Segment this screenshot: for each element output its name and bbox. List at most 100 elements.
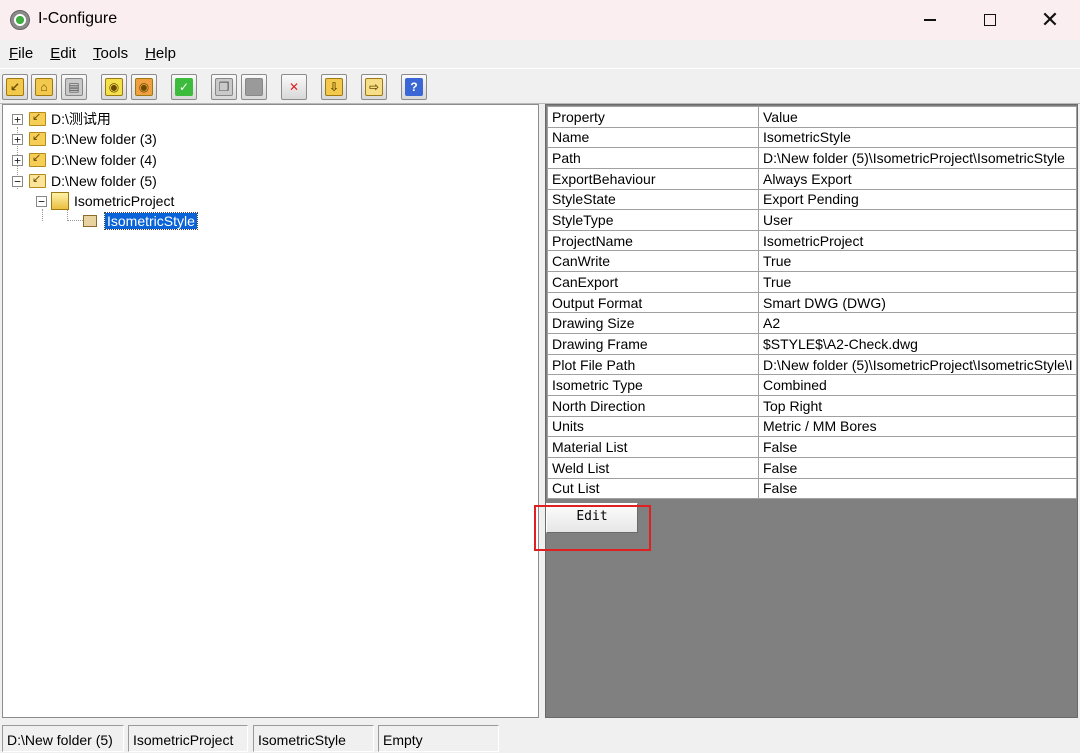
check-icon: ✓ [175,78,193,96]
property-value[interactable]: $STYLE$\A2-Check.dwg [758,333,1077,355]
table-row[interactable]: Output Format Smart DWG (DWG) [547,291,1077,314]
property-value[interactable]: Combined [758,374,1077,396]
folder-icon [29,110,46,126]
property-name: StyleState [547,188,759,211]
table-row[interactable]: Drawing Frame $STYLE$\A2-Check.dwg [547,333,1077,355]
title-bar: I-Configure ✕ [0,0,1080,40]
add-project-button[interactable]: ◉ [101,74,127,100]
table-row[interactable]: North Direction Top Right [547,394,1077,417]
collapse-icon[interactable]: − [36,195,47,207]
table-row[interactable]: Weld List False [547,456,1077,479]
collapse-icon[interactable]: − [12,175,23,187]
close-icon: ✕ [1040,7,1060,32]
copy-button[interactable]: ❐ [211,74,237,100]
delete-button[interactable]: ✕ [281,74,307,100]
table-row[interactable]: Plot File Path D:\New folder (5)\Isometri… [547,353,1077,376]
new-folder-button[interactable]: ↙ [2,74,28,100]
menu-edit[interactable]: Edit [50,45,76,62]
window-title: I-Configure [38,10,118,27]
tree-item-label: D:\New folder (3) [51,131,157,147]
table-row[interactable]: Units Metric / MM Bores [547,415,1077,438]
menu-file[interactable]: File [9,45,33,62]
menu-help[interactable]: Help [145,45,176,62]
open-folder-icon: ⌂ [35,78,53,96]
property-value[interactable]: Top Right [758,394,1077,417]
table-row[interactable]: Material List False [547,436,1077,458]
property-name: StyleType [547,209,759,231]
add-style-button[interactable]: ◉ [131,74,157,100]
maximize-icon [984,14,996,26]
help-button[interactable]: ? [401,74,427,100]
property-value[interactable]: Always Export [758,167,1077,190]
property-table: Property Value Name IsometricStyle Path D:\… [547,106,1077,500]
open-folder-icon [29,172,46,188]
table-row[interactable]: StyleType User [547,209,1077,231]
table-row[interactable]: Cut List False [547,477,1077,500]
property-value[interactable]: User [758,209,1077,231]
tree-item[interactable]: + D:\测试用 [12,109,111,129]
check-button[interactable]: ✓ [171,74,197,100]
property-value[interactable]: Smart DWG (DWG) [758,291,1077,314]
property-value[interactable]: True [758,250,1077,273]
column-header-value: Value [758,106,1077,128]
new-folder-icon: ↙ [6,78,24,96]
minimize-button[interactable] [900,0,960,40]
property-name: ProjectName [547,229,759,252]
table-row[interactable]: ProjectName IsometricProject [547,229,1077,252]
property-name: Plot File Path [547,353,759,376]
table-row[interactable]: CanExport True [547,271,1077,293]
property-name: Isometric Type [547,374,759,396]
tree-item[interactable]: + D:\New folder (4) [12,150,157,170]
close-button[interactable]: ✕ [1020,0,1080,40]
tree-item[interactable]: − IsometricProject [36,191,174,211]
property-name: ExportBehaviour [547,167,759,190]
toolbar: ↙ ⌂ ▤ ◉ ◉ ✓ ❐ ✕ ⇩ ⇨ ? [0,68,1080,104]
property-value[interactable]: Export Pending [758,188,1077,211]
highlight-box [534,505,651,551]
table-row[interactable]: StyleState Export Pending [547,188,1077,211]
property-name: CanExport [547,271,759,293]
property-value[interactable]: IsometricProject [758,229,1077,252]
open-folder-button[interactable]: ⌂ [31,74,57,100]
properties-button[interactable]: ▤ [61,74,87,100]
property-value[interactable]: D:\New folder (5)\IsometricProject\Isome… [758,147,1077,169]
table-row[interactable]: Path D:\New folder (5)\IsometricProject\I… [547,147,1077,169]
paste-button[interactable] [241,74,267,100]
expand-icon[interactable]: + [12,113,23,125]
expand-icon[interactable]: + [12,154,23,166]
property-name: Weld List [547,456,759,479]
property-value[interactable]: False [758,436,1077,458]
tree-item[interactable]: − D:\New folder (5) [12,171,157,191]
add-project-icon: ◉ [105,78,123,96]
tree-item[interactable]: + D:\New folder (3) [12,129,157,149]
status-project: IsometricProject [128,725,248,752]
tree-item-label: IsometricProject [74,193,175,209]
property-value[interactable]: True [758,271,1077,293]
property-value[interactable]: False [758,456,1077,479]
property-name: Cut List [547,477,759,500]
import-button[interactable]: ⇨ [361,74,387,100]
status-path: D:\New folder (5) [2,725,124,752]
project-icon [51,192,69,210]
menu-tools[interactable]: Tools [93,45,128,62]
table-row[interactable]: Isometric Type Combined [547,374,1077,396]
export-button[interactable]: ⇩ [321,74,347,100]
property-value[interactable]: False [758,477,1077,500]
tree-view[interactable]: + D:\测试用 + D:\New folder (3) + D:\New fo… [2,104,539,718]
tree-item-selected[interactable]: IsometricStyle [83,211,198,231]
property-value[interactable]: D:\New folder (5)\IsometricProject\Isome… [758,353,1077,376]
property-value[interactable]: Metric / MM Bores [758,415,1077,438]
folder-icon [29,130,46,146]
property-name: Material List [547,436,759,458]
property-value[interactable]: IsometricStyle [758,126,1077,149]
table-row[interactable]: ExportBehaviour Always Export [547,167,1077,190]
app-icon [10,10,30,30]
table-row[interactable]: Name IsometricStyle [547,126,1077,149]
table-row[interactable]: CanWrite True [547,250,1077,273]
property-value[interactable]: A2 [758,312,1077,335]
property-name: Name [547,126,759,149]
table-row[interactable]: Drawing Size A2 [547,312,1077,335]
maximize-button[interactable] [960,0,1020,40]
copy-icon: ❐ [215,78,233,96]
expand-icon[interactable]: + [12,133,23,145]
